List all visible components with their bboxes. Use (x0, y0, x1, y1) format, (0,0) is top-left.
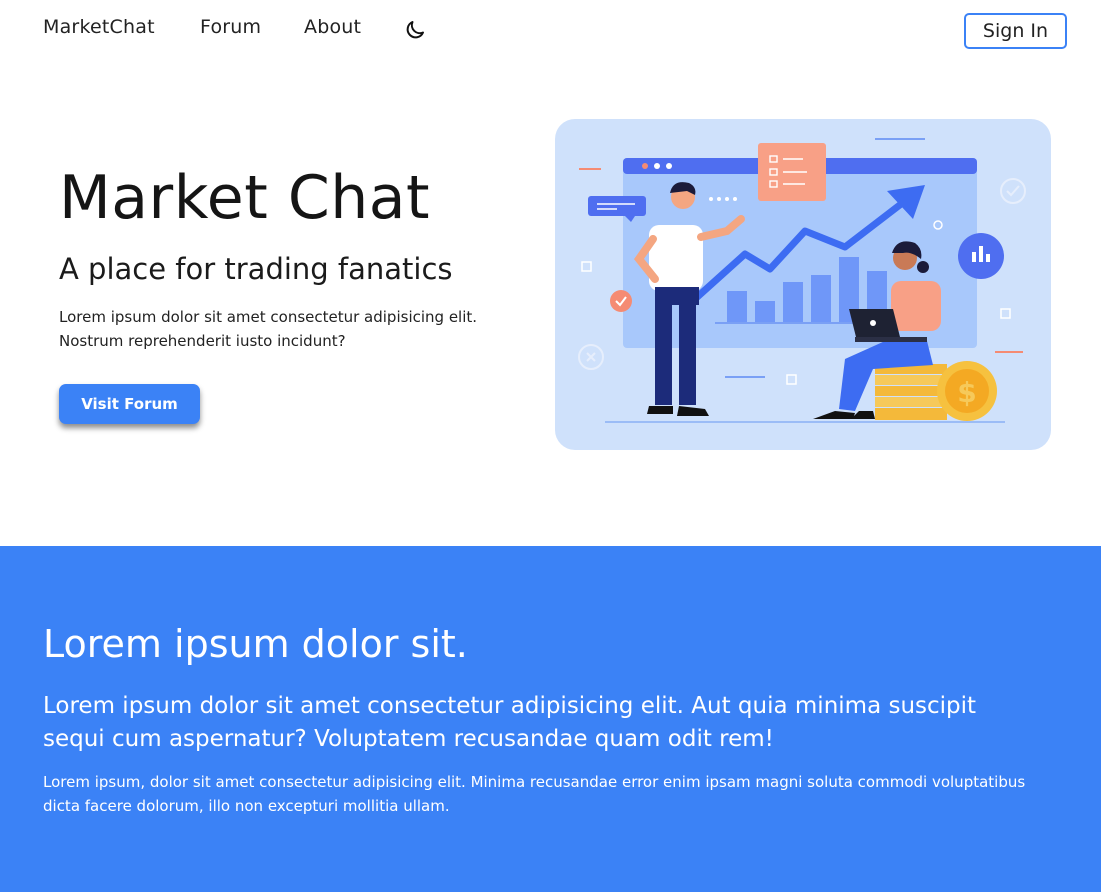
moon-icon[interactable] (403, 18, 427, 42)
sign-in-button[interactable]: Sign In (964, 13, 1067, 49)
trading-illustration: $ (555, 119, 1051, 450)
hero-subtitle: A place for trading fanatics (59, 252, 453, 286)
svg-text:$: $ (957, 376, 976, 409)
info-section: Lorem ipsum dolor sit. Lorem ipsum dolor… (0, 546, 1101, 892)
section-heading: Lorem ipsum dolor sit. (43, 622, 468, 666)
hero-description: Lorem ipsum dolor sit amet consectetur a… (59, 308, 478, 350)
nav-link-about[interactable]: About (304, 16, 361, 38)
section-body: Lorem ipsum, dolor sit amet consectetur … (43, 773, 1026, 815)
top-navbar: MarketChat Forum About Sign In (0, 0, 1101, 60)
hero-title: Market Chat (59, 163, 431, 233)
visit-forum-button[interactable]: Visit Forum (59, 384, 200, 424)
brand-link[interactable]: MarketChat (43, 16, 155, 38)
nav-link-forum[interactable]: Forum (200, 16, 261, 38)
section-lead: Lorem ipsum dolor sit amet consectetur a… (43, 693, 977, 752)
